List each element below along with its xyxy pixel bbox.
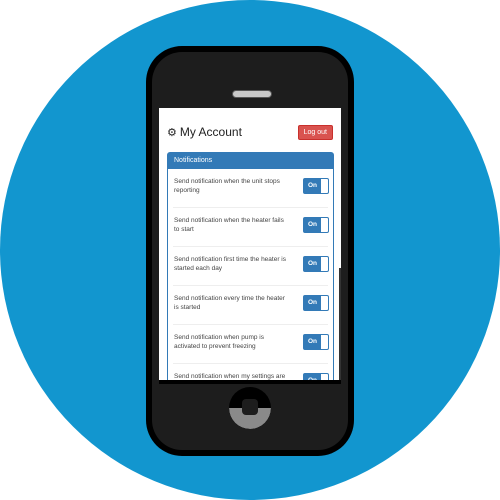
toggle-on-label: On bbox=[304, 179, 321, 193]
page-title: ⚙ My Account bbox=[167, 125, 242, 139]
gear-icon: ⚙ bbox=[167, 127, 177, 139]
panel-heading: Notifications bbox=[168, 153, 333, 169]
notification-toggle[interactable]: On bbox=[303, 334, 329, 350]
toggle-on-label: On bbox=[304, 296, 321, 310]
notification-label: Send notification first time the heater … bbox=[174, 256, 287, 272]
phone-speaker bbox=[232, 90, 272, 98]
home-square-icon bbox=[242, 399, 258, 415]
notification-toggle[interactable]: On bbox=[303, 178, 329, 194]
notification-row: Send notification first time the heater … bbox=[173, 247, 329, 286]
notification-toggle[interactable]: On bbox=[303, 256, 329, 272]
notification-toggle[interactable]: On bbox=[303, 295, 329, 311]
phone-screen: ⚙ My Account Log out Notifications Send n… bbox=[159, 108, 341, 381]
notification-row: Send notification when the unit stops re… bbox=[173, 169, 329, 208]
notification-row: Send notification when pump is activated… bbox=[173, 325, 329, 364]
notification-row: Send notification when my settings are m… bbox=[173, 364, 329, 381]
notification-label: Send notification when pump is activated… bbox=[174, 334, 264, 350]
toggle-on-label: On bbox=[304, 335, 321, 349]
notification-row: Send notification when the heater fails … bbox=[173, 208, 329, 247]
notification-label: Send notification when the heater fails … bbox=[174, 217, 284, 233]
screen-bottom-edge bbox=[159, 380, 341, 384]
toggle-on-label: On bbox=[304, 257, 321, 271]
notification-toggle[interactable]: On bbox=[303, 217, 329, 233]
page-header: ⚙ My Account Log out bbox=[167, 123, 333, 143]
notification-label: Send notification when the unit stops re… bbox=[174, 178, 280, 194]
notification-label: Send notification every time the heater … bbox=[174, 295, 285, 311]
scrollbar[interactable] bbox=[339, 268, 341, 381]
notification-row: Send notification every time the heater … bbox=[173, 286, 329, 325]
page-title-text: My Account bbox=[179, 125, 242, 139]
toggle-on-label: On bbox=[304, 218, 321, 232]
logout-button[interactable]: Log out bbox=[297, 125, 333, 140]
home-button[interactable] bbox=[229, 387, 271, 429]
notifications-panel: Notifications Send notification when the… bbox=[167, 152, 334, 381]
